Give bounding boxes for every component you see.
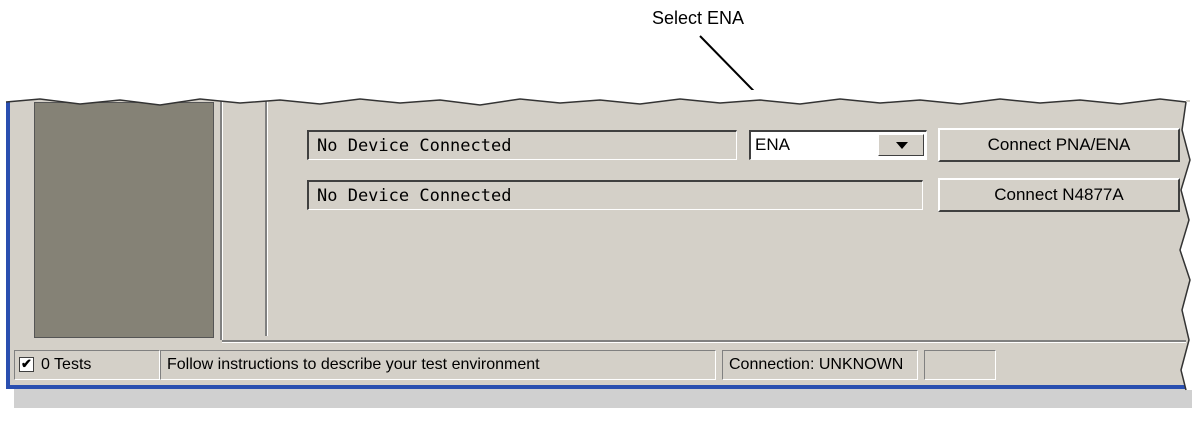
tests-checkbox[interactable]: ✔ <box>19 357 34 372</box>
horizontal-divider <box>222 340 1186 343</box>
chevron-down-icon[interactable] <box>878 134 924 156</box>
tests-count-label: 0 Tests <box>41 356 92 373</box>
connection-status: Connection: UNKNOWN <box>722 350 918 380</box>
vertical-divider <box>265 100 268 336</box>
status-tests-cell: ✔ 0 Tests <box>14 350 160 380</box>
left-preview-panel <box>34 102 214 338</box>
callout-label: Select ENA <box>652 8 745 28</box>
connect-pna-ena-button[interactable]: Connect PNA/ENA <box>938 128 1180 162</box>
status-bar: ✔ 0 Tests Follow instructions to describ… <box>10 346 1186 384</box>
vertical-divider <box>220 100 223 340</box>
device-type-select[interactable]: ENA <box>749 130 927 160</box>
pna-device-status-field: No Device Connected <box>307 130 737 160</box>
status-message: Follow instructions to describe your tes… <box>160 350 716 380</box>
app-window: No Device Connected ENA Connect PNA/ENA … <box>6 100 1190 389</box>
connect-n4877a-button[interactable]: Connect N4877A <box>938 178 1180 212</box>
n4877-device-status-field: No Device Connected <box>307 180 923 210</box>
device-type-value: ENA <box>755 135 790 154</box>
status-empty-cell <box>924 350 996 380</box>
